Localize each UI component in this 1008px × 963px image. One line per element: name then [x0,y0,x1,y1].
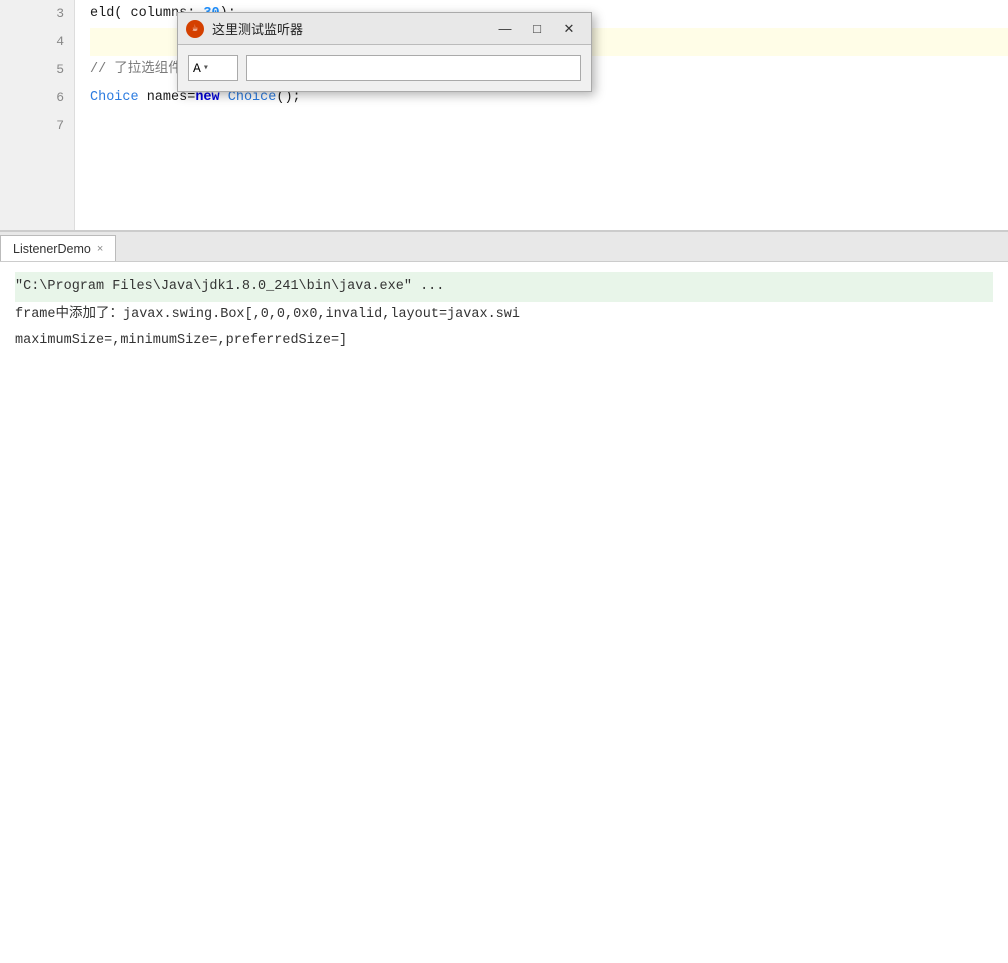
console-line-1: "C:\Program Files\Java\jdk1.8.0_241\bin\… [15,272,993,302]
console-line-2: frame中添加了：javax.swing.Box[,0,0,0x0,inval… [15,302,993,328]
console-panel: ListenerDemo × "C:\Program Files\Java\jd… [0,230,1008,963]
console-path-text: "C:\Program Files\Java\jdk1.8.0_241\bin\… [15,279,444,294]
console-content: "C:\Program Files\Java\jdk1.8.0_241\bin\… [0,262,1008,364]
console-tab-label: ListenerDemo [13,242,91,256]
choice-dropdown[interactable]: A ▾ [188,55,238,81]
close-button[interactable]: ✕ [555,18,583,40]
choice-value: A [193,61,201,76]
choice-text-field[interactable] [246,55,581,81]
console-output-line2: frame中添加了：javax.swing.Box[,0,0,0x0,inval… [15,307,520,322]
window-controls: — □ ✕ [491,18,583,40]
code-line-7 [90,112,1008,140]
dropdown-arrow-icon: ▾ [203,62,209,74]
java-window-title: 这里测试监听器 [212,19,483,38]
tab-close-icon[interactable]: × [97,243,103,255]
minimize-button[interactable]: — [491,18,519,40]
type-choice: Choice [90,84,139,112]
comment-text: // 了拉选组件 [90,56,182,84]
java-icon-text: ☕ [192,23,198,35]
java-icon: ☕ [186,20,204,38]
java-window-body: A ▾ [178,45,591,91]
line-numbers: 3 4 5 6 7 [0,0,75,230]
line-num-3: 3 [56,0,64,28]
line-num-4: 4 [56,28,64,56]
line-num-6: 6 [56,84,64,112]
line-num-7: 7 [56,112,64,140]
java-window-titlebar: ☕ 这里测试监听器 — □ ✕ [178,13,591,45]
console-tab-listenerdemo[interactable]: ListenerDemo × [0,235,116,261]
console-tab-bar: ListenerDemo × [0,232,1008,262]
maximize-button[interactable]: □ [523,18,551,40]
console-line-3: maximumSize=,minimumSize=,preferredSize=… [15,328,993,354]
java-window: ☕ 这里测试监听器 — □ ✕ A ▾ [177,12,592,92]
line-num-5: 5 [56,56,64,84]
console-output-line3: maximumSize=,minimumSize=,preferredSize=… [15,333,347,348]
